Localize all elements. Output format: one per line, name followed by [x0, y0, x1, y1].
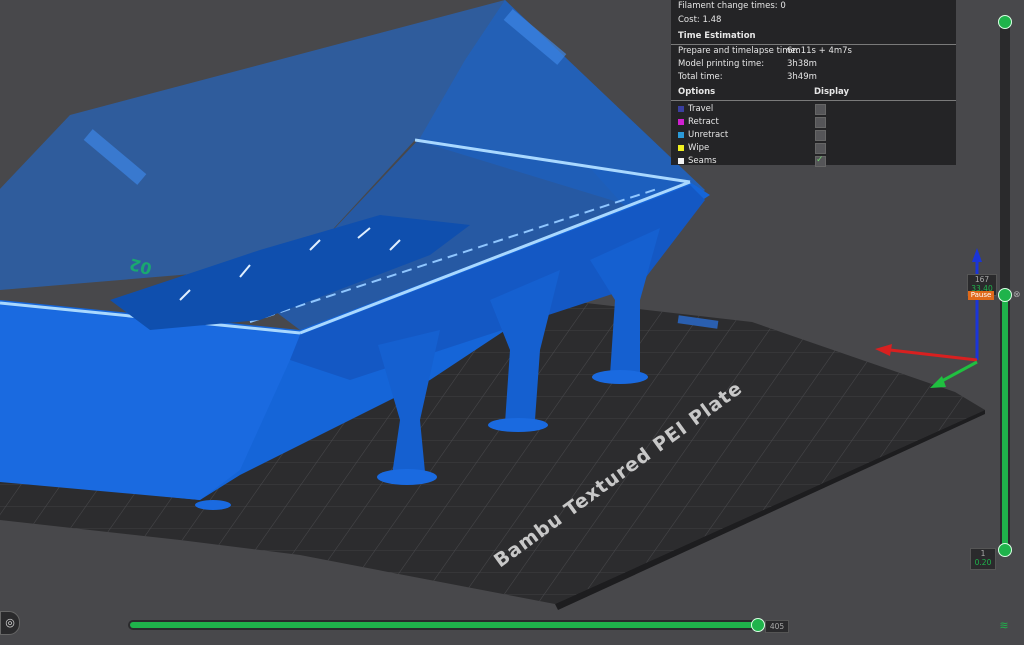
move-slider-fill	[130, 622, 758, 628]
option-label: Unretract	[688, 130, 729, 140]
option-row-seams: Seams	[671, 154, 956, 168]
filament-change-row: Filament change times: 0	[671, 0, 956, 13]
layer-slider-upper-handle[interactable]	[998, 288, 1012, 302]
option-row-retract: Retract	[671, 116, 956, 129]
cost-value: 1.48	[702, 15, 722, 25]
cancel-icon[interactable]: ⊗	[1013, 290, 1021, 300]
axes-gizmo	[875, 248, 982, 388]
option-color-swatch	[678, 106, 684, 112]
option-color-swatch	[678, 158, 684, 164]
option-display-checkbox[interactable]	[815, 104, 826, 115]
option-display-checkbox[interactable]	[815, 154, 826, 167]
upper-layer-number: 167	[974, 275, 990, 284]
layer-slider-top-end[interactable]	[998, 15, 1012, 29]
lower-layer-label: 1 0.20	[970, 548, 996, 570]
model-time-label: Model printing time:	[678, 59, 765, 69]
option-label: Retract	[688, 117, 719, 127]
lower-layer-height: 0.20	[974, 558, 992, 567]
model-time-row: Model printing time: 3h38m	[671, 58, 956, 71]
option-display-checkbox[interactable]	[815, 143, 826, 154]
stats-panel: Filament change times: 0 Cost: 1.48 Time…	[671, 0, 956, 168]
time-estimation-heading: Time Estimation	[671, 30, 956, 45]
option-row-travel: Travel	[671, 103, 956, 116]
layer-slider-fill	[1002, 293, 1008, 547]
layer-slider-lower-handle[interactable]	[998, 543, 1012, 557]
model-time-value: 3h38m	[787, 59, 817, 69]
pause-marker[interactable]: Pause	[968, 291, 994, 300]
total-time-label: Total time:	[678, 72, 723, 82]
option-color-swatch	[678, 119, 684, 125]
move-slider-handle[interactable]	[751, 618, 765, 632]
cost-label: Cost:	[678, 15, 700, 25]
prepare-time-row: Prepare and timelapse time: 6m11s + 4m7s	[671, 45, 956, 58]
layers-button[interactable]: ≋	[997, 619, 1011, 633]
prepare-time-label: Prepare and timelapse time:	[678, 46, 799, 56]
filament-change-value: 0	[780, 1, 786, 11]
option-label: Travel	[688, 104, 714, 114]
option-color-swatch	[678, 145, 684, 151]
options-header: Options Display	[671, 86, 956, 101]
option-row-unretract: Unretract	[671, 129, 956, 142]
filament-change-label: Filament change times:	[678, 1, 778, 11]
total-time-row: Total time: 3h49m	[671, 71, 956, 84]
options-heading: Options	[678, 87, 716, 97]
layers-icon: ≋	[999, 619, 1009, 632]
display-heading: Display	[814, 87, 850, 97]
options-list: Travel Retract Unretract Wipe Seams	[671, 103, 956, 168]
option-label: Seams	[688, 156, 717, 166]
option-row-wipe: Wipe	[671, 142, 956, 155]
option-color-swatch	[678, 132, 684, 138]
camera-view-button[interactable]: ◎	[0, 611, 20, 635]
option-display-checkbox[interactable]	[815, 117, 826, 128]
total-time-value: 3h49m	[787, 72, 817, 82]
lower-layer-number: 1	[980, 549, 986, 558]
prepare-time-value: 6m11s + 4m7s	[787, 46, 852, 56]
move-slider-value: 405	[765, 620, 789, 633]
option-display-checkbox[interactable]	[815, 130, 826, 141]
camera-icon: ◎	[5, 616, 15, 629]
cost-row: Cost: 1.48	[671, 14, 956, 27]
option-label: Wipe	[688, 143, 710, 153]
